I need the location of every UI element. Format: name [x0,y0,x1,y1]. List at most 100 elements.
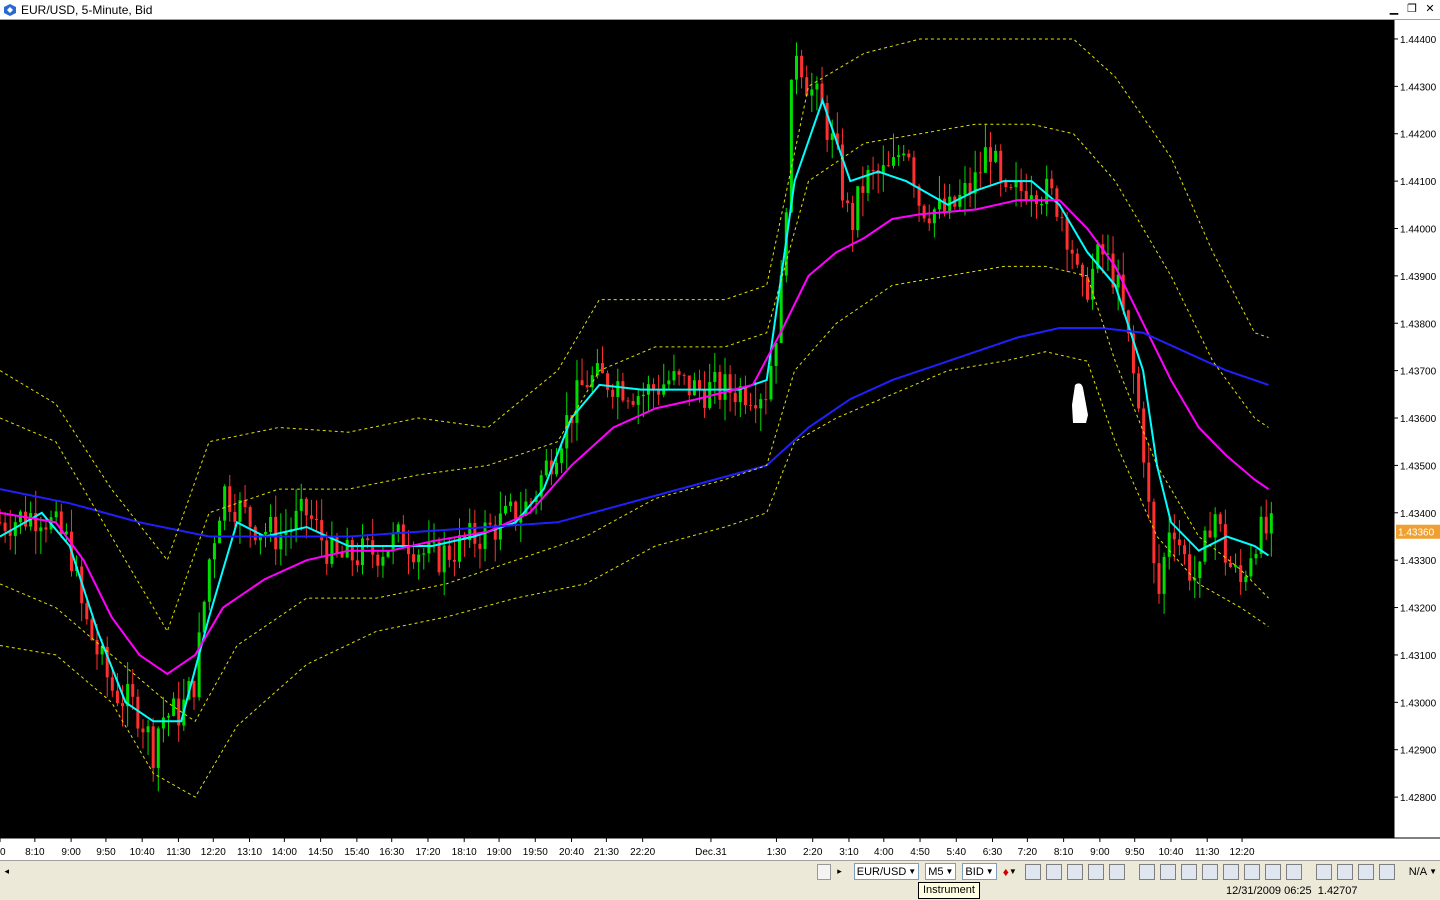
candle-body [1249,558,1253,577]
grid-icon[interactable] [1357,863,1374,880]
candle-body [1080,264,1084,277]
candle-body [44,527,48,530]
candle-body [892,157,896,166]
y-tick-label: 1.43500 [1400,461,1437,472]
candle-body [238,500,242,522]
candle-body [580,380,584,386]
candle-body [800,55,804,78]
candle-body [1167,532,1171,557]
compress-icon[interactable] [1264,863,1281,880]
status-datetime: 12/31/2009 06:25 [1226,885,1312,897]
price-chart[interactable]: 1.44400 1.44300 1.44200 1.44100 1.44000 1.439… [0,20,1440,860]
chart-area[interactable]: 1.44400 1.44300 1.44200 1.44100 1.44000 1.439… [0,20,1440,860]
properties-icon[interactable] [1159,863,1176,880]
shift-left-icon[interactable] [1201,863,1218,880]
candle-body [1259,516,1263,554]
candle-body [269,516,273,532]
x-tick-label: 1:30 [767,847,787,858]
candle-body [902,153,906,156]
candle-body [1142,408,1146,463]
candle-body [396,524,400,533]
candle-body [3,522,7,531]
candle-body [871,169,875,171]
x-tick-label: 5:40 [947,847,967,858]
candle-body [309,515,313,519]
price-side-value: BID [965,865,984,878]
y-tick-label: 1.42800 [1400,793,1437,804]
restore-icon[interactable]: ❐ [1404,2,1420,16]
area-chart-icon[interactable] [1087,863,1104,880]
expand-icon[interactable] [1243,863,1260,880]
zoom-out-icon[interactable] [1285,863,1302,880]
candle-body [115,690,119,704]
cursor-icon[interactable] [1138,863,1155,880]
x-tick-label: 12:20 [1230,847,1255,858]
candle-body [1040,204,1044,206]
candle-chart-icon[interactable] [1045,863,1062,880]
zoom-in-icon[interactable] [1180,863,1197,880]
candle-body [218,520,222,544]
candle-body [667,380,671,385]
candle-body [197,632,201,698]
candle-body [406,547,410,555]
candle-body [1050,178,1054,189]
candle-body [207,559,211,602]
shift-right-icon[interactable] [1222,863,1239,880]
candle-body [340,552,344,558]
candle-body [631,401,635,405]
candle-body [733,392,737,403]
candle-body [141,728,145,733]
candle-body [794,55,798,80]
candle-body [263,531,267,535]
crosshair-icon[interactable] [1378,863,1395,880]
candle-body [606,373,610,390]
instrument-select[interactable]: EUR/USD ▼ [853,863,920,880]
moving-average-line [0,199,1270,676]
candle-body [886,165,890,167]
candle-body [682,374,686,376]
indicator-icon[interactable] [1108,863,1125,880]
price-axis [1394,20,1440,860]
candle-body [1065,217,1069,250]
y-tick-label: 1.44400 [1400,35,1437,46]
candle-body [764,399,768,401]
candle-body [1019,181,1023,192]
x-tick-label: 17:20 [415,847,440,858]
candle-body [1269,513,1273,534]
candle-body [1075,253,1079,265]
fit-icon[interactable] [1315,863,1332,880]
scroll-right-icon[interactable]: ▸ [834,863,845,881]
scroll-thumb[interactable] [814,863,834,881]
status-bar: 12/31/2009 06:25 1.42707 [0,882,1440,900]
scale-icon[interactable] [1336,863,1353,880]
candle-body [39,527,43,532]
price-side-select[interactable]: BID ▼ [962,863,997,880]
x-tick-label: 10:40 [1158,847,1183,858]
minimize-icon[interactable]: ▁ [1386,2,1402,16]
candle-body [442,545,446,573]
line-chart-icon[interactable] [1066,863,1083,880]
candle-body [846,200,850,204]
y-tick-label: 1.44300 [1400,82,1437,93]
candle-body [488,522,492,525]
y-tick-label: 1.43600 [1400,414,1437,425]
close-icon[interactable]: ✕ [1422,2,1438,16]
candle-body [1157,563,1161,594]
na-select[interactable]: N/A ▼ [1406,863,1440,881]
candle-body [54,511,58,518]
x-tick-label: 15:40 [344,847,369,858]
x-tick-label: 4:00 [874,847,894,858]
candle-body [166,715,170,718]
candle-body [810,89,814,96]
na-label: N/A [1408,865,1428,878]
x-tick-label: 11:30 [1195,847,1220,858]
bar-chart-icon[interactable] [1024,863,1041,880]
scroll-left-icon[interactable]: ◂ [0,866,14,877]
status-text: 12/31/2009 06:25 1.42707 [1226,885,1358,897]
candle-body [600,363,604,374]
timeframe-select[interactable]: M5 ▼ [925,863,957,880]
horizontal-scrollbar[interactable] [14,864,815,880]
candle-body [1213,514,1217,538]
candle-body [754,405,758,409]
candle-type-button[interactable]: ♦ ▼ [1000,863,1020,881]
